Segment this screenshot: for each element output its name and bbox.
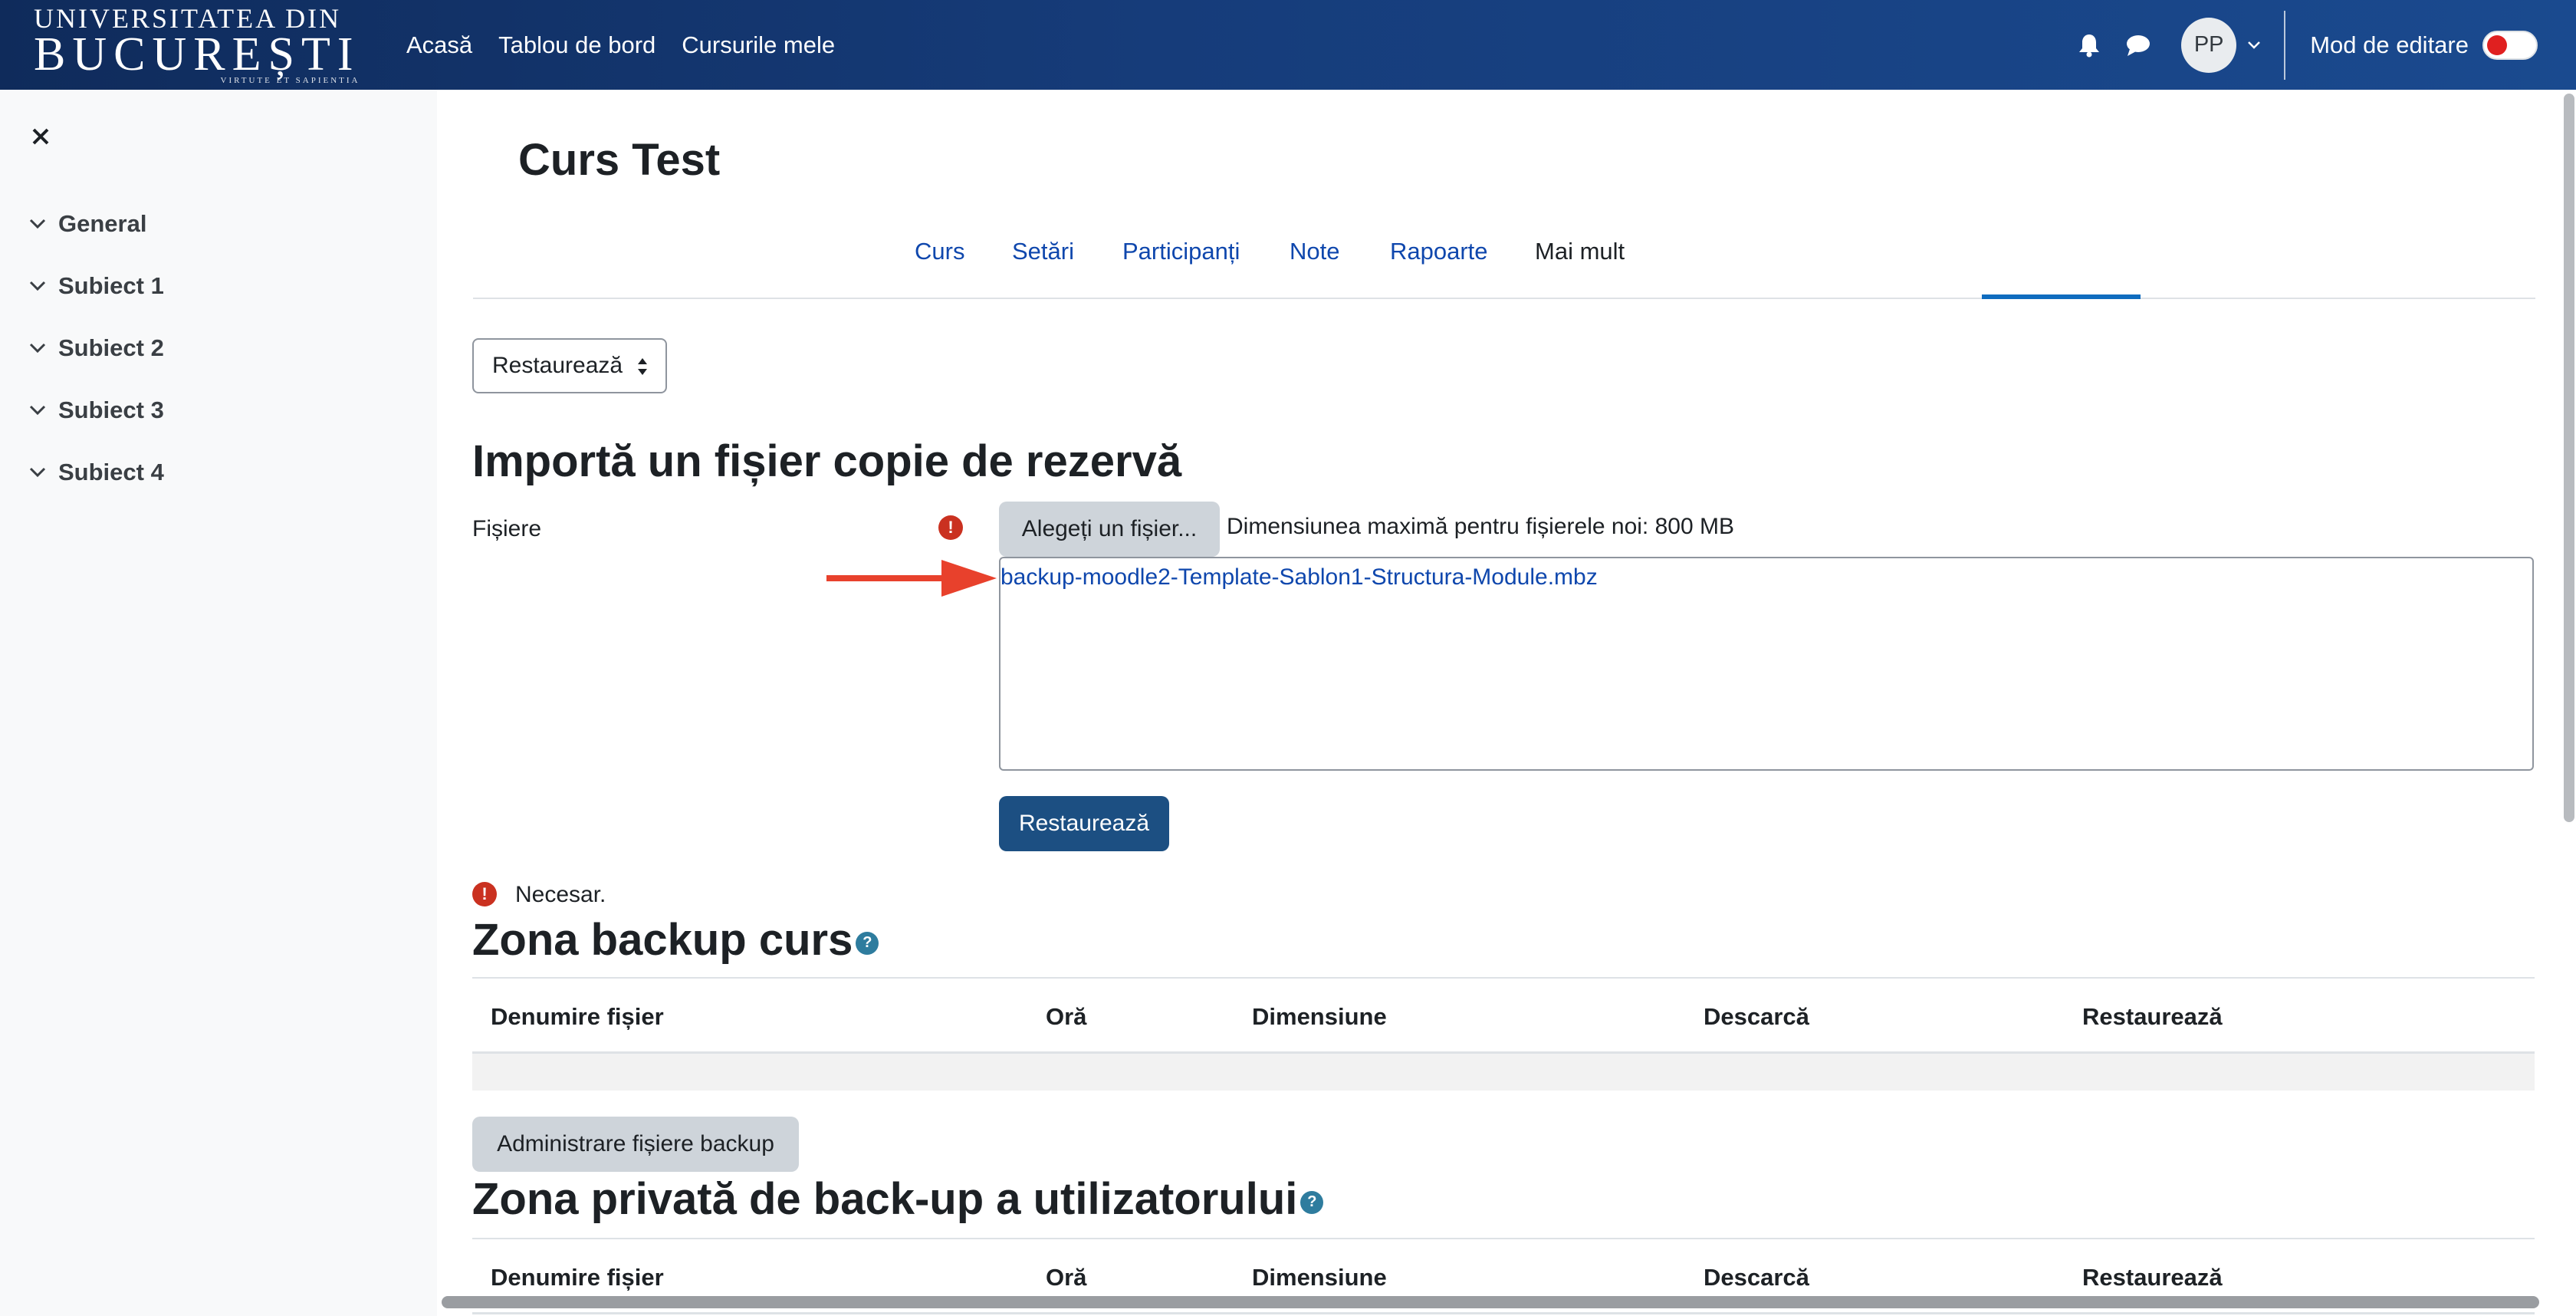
chevron-down-icon bbox=[29, 405, 46, 416]
close-icon[interactable] bbox=[28, 123, 54, 150]
edit-mode-toggle[interactable] bbox=[2482, 30, 2538, 60]
tab-mai-mult[interactable]: Mai mult bbox=[1535, 238, 1625, 265]
column-header: Denumire fișier bbox=[491, 1264, 664, 1291]
chevron-down-icon bbox=[29, 219, 46, 229]
files-label: Fișiere bbox=[472, 516, 542, 541]
column-header: Oră bbox=[1046, 1003, 1087, 1030]
tab-setari[interactable]: Setări bbox=[1012, 238, 1074, 265]
tab-note[interactable]: Note bbox=[1290, 238, 1339, 265]
required-icon: ! bbox=[938, 515, 963, 540]
vertical-scrollbar[interactable] bbox=[2564, 94, 2574, 822]
chevron-down-icon bbox=[29, 467, 46, 478]
secondary-navigation: Curs Setări Participanți Note Rapoarte M… bbox=[473, 222, 2535, 299]
navbar-divider bbox=[2284, 10, 2286, 80]
select-arrows-icon bbox=[638, 358, 647, 375]
bell-icon[interactable] bbox=[2074, 30, 2104, 61]
primary-navigation: Acasă Tablou de bord Cursurile mele bbox=[406, 0, 835, 90]
column-header: Restaurează bbox=[2082, 1264, 2223, 1291]
tab-participanti[interactable]: Participanți bbox=[1122, 238, 1240, 265]
user-backup-heading: Zona privată de back-up a utilizatorului… bbox=[472, 1173, 1324, 1225]
course-backup-heading-text: Zona backup curs bbox=[472, 915, 853, 965]
manage-backup-files-button[interactable]: Administrare fișiere backup bbox=[472, 1117, 799, 1172]
drawer-item-subiect-4[interactable]: Subiect 4 bbox=[29, 459, 164, 486]
chevron-down-icon[interactable] bbox=[2247, 41, 2261, 50]
column-header: Dimensiune bbox=[1252, 1003, 1387, 1030]
course-backup-heading: Zona backup curs? bbox=[472, 914, 879, 966]
column-header: Dimensiune bbox=[1252, 1264, 1387, 1291]
max-size-text: Dimensiunea maximă pentru fișierele noi:… bbox=[1227, 514, 1734, 539]
chat-icon[interactable] bbox=[2123, 30, 2154, 61]
drawer-item-label: General bbox=[58, 210, 147, 237]
top-navbar: UNIVERSITATEA DIN BUCUREȘTI VIRTUTE ET S… bbox=[0, 0, 2576, 90]
toggle-knob bbox=[2487, 35, 2507, 55]
edit-mode-label: Mod de editare bbox=[2310, 31, 2469, 58]
required-note: Necesar. bbox=[515, 882, 606, 907]
user-backup-heading-text: Zona privată de back-up a utilizatorului bbox=[472, 1174, 1298, 1224]
nav-link-my-courses[interactable]: Cursurile mele bbox=[682, 31, 835, 59]
horizontal-scrollbar[interactable] bbox=[442, 1296, 2539, 1308]
tab-rapoarte[interactable]: Rapoarte bbox=[1390, 238, 1488, 265]
logo-line-3: VIRTUTE ET SAPIENTIA bbox=[220, 75, 360, 85]
user-navigation: PP Mod de editare bbox=[2074, 0, 2576, 90]
avatar[interactable]: PP bbox=[2181, 17, 2237, 73]
restore-button[interactable]: Restaurează bbox=[999, 796, 1169, 851]
active-tab-indicator bbox=[1982, 294, 2141, 299]
chevron-down-icon bbox=[29, 281, 46, 291]
choose-file-button[interactable]: Alegeți un fișier... bbox=[999, 502, 1220, 557]
nav-link-dashboard[interactable]: Tablou de bord bbox=[498, 31, 656, 59]
drawer-item-label: Subiect 3 bbox=[58, 396, 164, 423]
column-header: Descarcă bbox=[1704, 1003, 1809, 1030]
drawer-item-subiect-2[interactable]: Subiect 2 bbox=[29, 334, 164, 362]
help-icon[interactable]: ? bbox=[856, 931, 879, 955]
table-empty-row bbox=[472, 1054, 2535, 1091]
table-header: Denumire fișier Oră Dimensiune Descarcă … bbox=[472, 977, 2535, 1054]
action-select-value: Restaurează bbox=[492, 353, 623, 378]
arrow-annotation-icon bbox=[826, 560, 997, 597]
action-select[interactable]: Restaurează bbox=[472, 338, 667, 393]
drawer-item-label: Subiect 1 bbox=[58, 272, 164, 299]
page-title: Curs Test bbox=[518, 135, 721, 185]
column-header: Descarcă bbox=[1704, 1264, 1809, 1291]
nav-link-home[interactable]: Acasă bbox=[406, 31, 472, 59]
university-logo[interactable]: UNIVERSITATEA DIN BUCUREȘTI VIRTUTE ET S… bbox=[23, 5, 357, 85]
uploaded-file-link[interactable]: backup-moodle2-Template-Sablon1-Structur… bbox=[1001, 564, 1598, 591]
help-icon[interactable]: ? bbox=[1300, 1190, 1324, 1214]
drawer-item-subiect-3[interactable]: Subiect 3 bbox=[29, 396, 164, 424]
import-heading: Importă un fișier copie de rezervă bbox=[472, 436, 1182, 486]
column-header: Denumire fișier bbox=[491, 1003, 664, 1030]
column-header: Restaurează bbox=[2082, 1003, 2223, 1030]
drawer-item-label: Subiect 2 bbox=[58, 334, 164, 361]
column-header: Oră bbox=[1046, 1264, 1087, 1291]
drawer-item-general[interactable]: General bbox=[29, 210, 146, 238]
drawer-item-label: Subiect 4 bbox=[58, 459, 164, 485]
drawer-item-subiect-1[interactable]: Subiect 1 bbox=[29, 272, 164, 300]
chevron-down-icon bbox=[29, 343, 46, 354]
logo-line-2: BUCUREȘTI bbox=[34, 28, 360, 81]
tab-curs[interactable]: Curs bbox=[915, 238, 964, 265]
required-icon: ! bbox=[472, 882, 497, 906]
